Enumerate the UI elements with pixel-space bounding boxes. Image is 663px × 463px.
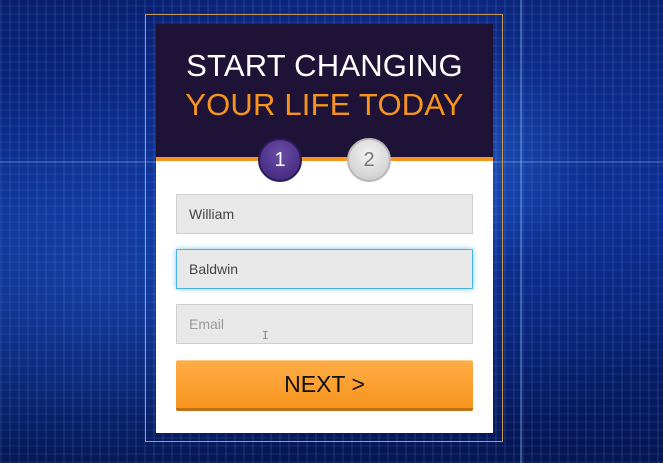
next-button[interactable]: NEXT > — [176, 360, 473, 411]
step-indicator-1: 1 — [258, 138, 302, 182]
last-name-field[interactable] — [176, 249, 473, 289]
text-cursor-icon: I — [262, 329, 269, 342]
signup-card: START CHANGING YOUR LIFE TODAY 1 2 NEXT … — [156, 24, 493, 433]
card-header: START CHANGING YOUR LIFE TODAY — [156, 24, 493, 161]
step-indicator-2: 2 — [347, 138, 391, 182]
headline-line-1: START CHANGING — [186, 48, 463, 83]
email-field[interactable] — [176, 304, 473, 344]
first-name-field[interactable] — [176, 194, 473, 234]
headline-line-2: YOUR LIFE TODAY — [185, 87, 464, 122]
